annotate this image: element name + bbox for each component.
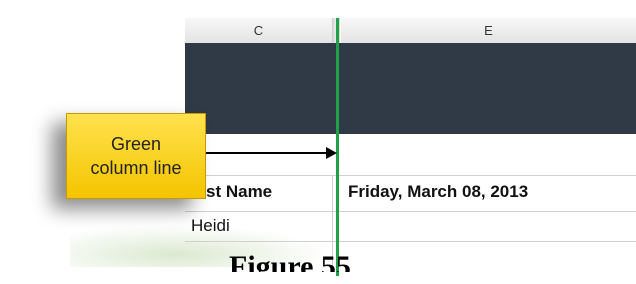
column-header-e-label: E xyxy=(484,23,493,38)
callout-box: Green column line xyxy=(66,113,206,199)
row-divider xyxy=(185,175,636,176)
arrow-shaft xyxy=(205,152,328,154)
cell-first-name[interactable]: Heidi xyxy=(191,216,230,236)
cell-date-header[interactable]: Friday, March 08, 2013 xyxy=(348,182,528,202)
row-divider xyxy=(185,211,636,212)
row-divider xyxy=(185,241,636,242)
arrow-head-icon xyxy=(326,147,337,159)
figure-caption: Figure 55 xyxy=(229,250,351,283)
callout-line-1: Green xyxy=(110,134,162,154)
column-header-c-label: C xyxy=(253,23,264,38)
column-header-e[interactable]: E xyxy=(341,18,636,44)
callout-line-2: column line xyxy=(90,158,182,178)
dark-header-band xyxy=(185,43,636,134)
column-header-c[interactable]: C xyxy=(185,18,333,44)
cell-last-name-header[interactable]: st Name xyxy=(206,182,272,202)
